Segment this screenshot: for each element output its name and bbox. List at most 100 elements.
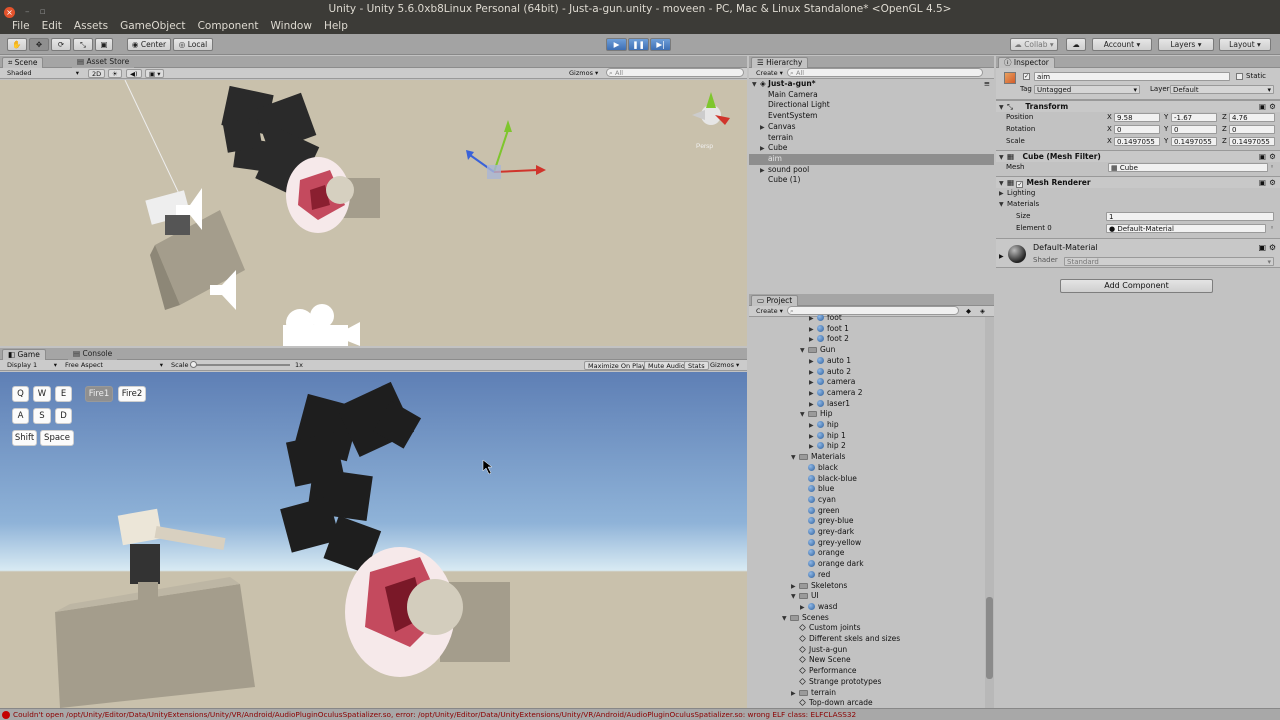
status-bar[interactable]: Couldn't open /opt/Unity/Editor/Data/Uni… (0, 708, 1280, 720)
scene-viewport[interactable]: Persp (0, 80, 747, 346)
layer-dropdown[interactable]: Default ▾ (1170, 85, 1274, 94)
project-item[interactable]: ▶ auto 1 (749, 356, 985, 367)
object-picker-icon[interactable]: ◦ (1270, 223, 1274, 234)
pivot-local-button[interactable]: ◎ Local (173, 38, 213, 51)
project-item[interactable]: ▼ UI (749, 591, 985, 602)
mute-audio-toggle[interactable]: Mute Audio (644, 361, 689, 370)
project-item[interactable]: New Scene (749, 655, 985, 666)
project-item[interactable]: blue (749, 484, 985, 495)
key-e-button[interactable]: E (55, 386, 72, 402)
static-checkbox[interactable] (1236, 73, 1243, 80)
game-gizmos-dropdown[interactable]: Gizmos ▾ (707, 361, 742, 370)
lighting-foldout[interactable]: ▶ Lighting (996, 188, 1280, 199)
project-item[interactable]: ▶ foot 2 (749, 334, 985, 345)
key-q-button[interactable]: Q (12, 386, 29, 402)
shading-mode-dropdown[interactable]: Shaded ▾ (4, 69, 82, 78)
object-name-field[interactable]: aim (1034, 72, 1230, 81)
add-component-button[interactable]: Add Component (1060, 279, 1213, 293)
pause-button[interactable]: ❚❚ (628, 38, 649, 51)
account-dropdown[interactable]: Account ▾ (1092, 38, 1152, 51)
rotation-y-field[interactable]: 0 (1171, 125, 1217, 134)
project-item[interactable]: Performance (749, 666, 985, 677)
shader-dropdown[interactable]: Standard ▾ (1064, 257, 1274, 266)
materials-size-field[interactable]: 1 (1106, 212, 1274, 221)
menu-window[interactable]: Window (265, 18, 318, 34)
stats-toggle[interactable]: Stats (684, 361, 709, 370)
project-item[interactable]: ▶ laser1 (749, 399, 985, 410)
expand-triangle-icon[interactable]: ▶ (999, 188, 1007, 199)
tab-game[interactable]: ◧ Game (2, 349, 46, 360)
mesh-filter-header[interactable]: ▼ ▦ Cube (Mesh Filter) ▣ ⚙ (996, 150, 1280, 162)
close-window-button[interactable]: × (4, 6, 15, 18)
scene-root-row[interactable]: ▼ ◈ Just-a-gun* ≡ (749, 79, 994, 90)
scale-slider-thumb[interactable] (190, 361, 197, 368)
aspect-dropdown[interactable]: Free Aspect ▾ (62, 361, 166, 370)
project-item[interactable]: orange (749, 548, 985, 559)
menu-edit[interactable]: Edit (36, 18, 68, 34)
project-item[interactable]: orange dark (749, 559, 985, 570)
mesh-renderer-enabled-checkbox[interactable]: ✓ (1016, 181, 1024, 188)
scale-tool-button[interactable]: ⤡ (73, 38, 93, 51)
project-item[interactable]: ▶ foot 1 (749, 324, 985, 335)
project-item[interactable]: black (749, 463, 985, 474)
menu-assets[interactable]: Assets (68, 18, 114, 34)
project-item[interactable]: ▼ Gun (749, 345, 985, 356)
hierarchy-item-aim[interactable]: aim (749, 153, 994, 165)
game-viewport[interactable]: Q W E Fire1 Fire2 A S D Shift Space (0, 372, 747, 708)
component-settings-icon[interactable]: ⚙ (1269, 243, 1276, 252)
hierarchy-item-canvas[interactable]: ▶ Canvas (749, 122, 994, 133)
tag-dropdown[interactable]: Untagged ▾ (1034, 85, 1140, 94)
expand-triangle-icon[interactable]: ▶ (999, 253, 1004, 260)
step-button[interactable]: ▶| (650, 38, 671, 51)
project-item[interactable]: Top-down arcade (749, 698, 985, 708)
display-dropdown[interactable]: Display 1 ▾ (4, 361, 60, 370)
collab-button[interactable]: ☁ Collab ▾ (1010, 38, 1058, 51)
project-item[interactable]: Just-a-gun (749, 645, 985, 656)
rotation-x-field[interactable]: 0 (1114, 125, 1160, 134)
project-item[interactable]: grey-blue (749, 516, 985, 527)
key-shift-button[interactable]: Shift (12, 430, 37, 446)
layout-dropdown[interactable]: Layout ▾ (1219, 38, 1271, 51)
project-item[interactable]: grey-dark (749, 527, 985, 538)
key-a-button[interactable]: A (12, 408, 29, 424)
transform-header[interactable]: ▼ ⤡ Transform ▣ ⚙ (996, 100, 1280, 112)
scale-y-field[interactable]: 0.1497055 (1171, 137, 1217, 146)
scene-search-input[interactable]: ⌕ All (606, 68, 744, 77)
menu-help[interactable]: Help (318, 18, 354, 34)
project-item[interactable]: ▶ wasd (749, 602, 985, 613)
tab-scene[interactable]: ⌗ Scene (2, 57, 44, 68)
hierarchy-item-terrain[interactable]: terrain (749, 133, 994, 144)
element-0-field[interactable]: ● Default-Material (1106, 224, 1266, 233)
scene-gizmos-dropdown[interactable]: Gizmos ▾ (566, 69, 601, 78)
menu-file[interactable]: File (6, 18, 36, 34)
rect-tool-button[interactable]: ▣ (95, 38, 113, 51)
project-item[interactable]: ▶ foot (749, 315, 985, 324)
materials-foldout[interactable]: ▼ Materials (996, 199, 1280, 210)
key-s-button[interactable]: S (33, 408, 51, 424)
project-item[interactable]: ▶ camera 2 (749, 388, 985, 399)
hand-tool-button[interactable]: ✋ (7, 38, 27, 51)
project-item[interactable]: ▼ Hip (749, 409, 985, 420)
key-space-button[interactable]: Space (40, 430, 74, 446)
scene-options-icon[interactable]: ≡ (984, 79, 990, 90)
rotate-tool-button[interactable]: ⟳ (51, 38, 71, 51)
tab-inspector[interactable]: ⓘ Inspector (998, 57, 1055, 68)
position-y-field[interactable]: -1.67 (1171, 113, 1217, 122)
hierarchy-create-dropdown[interactable]: Create ▾ (753, 69, 786, 78)
expand-triangle-icon[interactable]: ▼ (999, 199, 1007, 210)
project-item[interactable]: ▶ camera (749, 377, 985, 388)
project-item[interactable]: ▼ Materials (749, 452, 985, 463)
project-item[interactable]: ▶ hip 2 (749, 441, 985, 452)
hierarchy-item-directional-light[interactable]: Directional Light (749, 100, 994, 111)
active-checkbox[interactable]: ✓ (1023, 73, 1030, 80)
key-w-button[interactable]: W (33, 386, 51, 402)
hierarchy-item-cube[interactable]: ▶ Cube (749, 143, 994, 154)
project-item[interactable]: red (749, 570, 985, 581)
hierarchy-item-eventsystem[interactable]: EventSystem (749, 111, 994, 122)
menu-gameobject[interactable]: GameObject (114, 18, 191, 34)
project-item[interactable]: cyan (749, 495, 985, 506)
project-item[interactable]: black-blue (749, 474, 985, 485)
hierarchy-item-main-camera[interactable]: Main Camera (749, 90, 994, 101)
fire1-button[interactable]: Fire1 (85, 386, 113, 402)
mesh-field[interactable]: ▦ Cube (1108, 163, 1268, 172)
